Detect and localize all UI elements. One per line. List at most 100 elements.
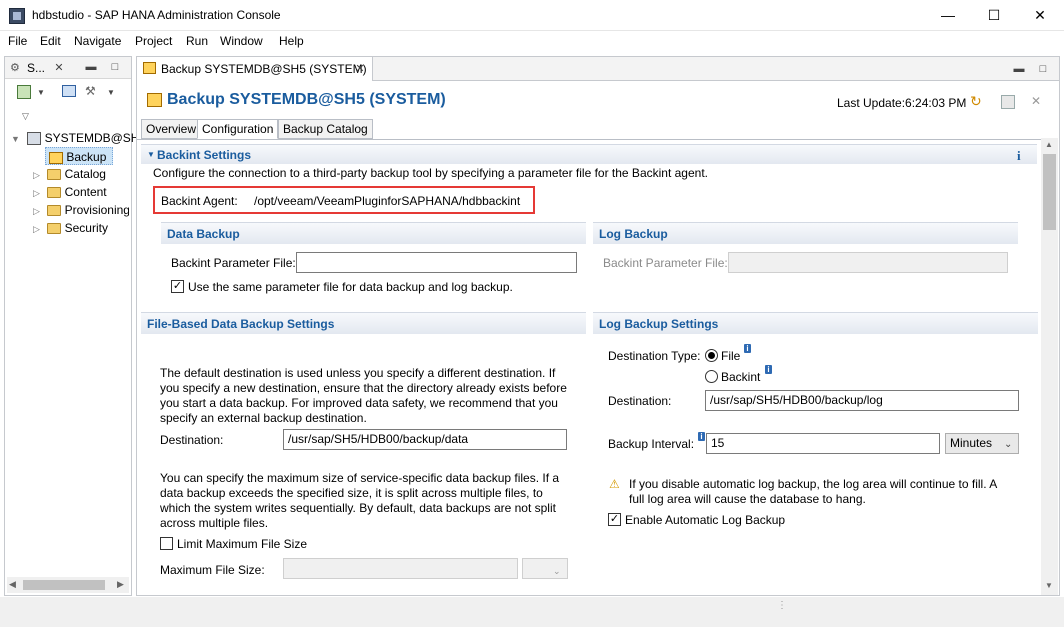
tab-backup-catalog[interactable]: Backup Catalog [278, 119, 373, 139]
log-backup-header: Log Backup [593, 222, 1018, 244]
menu-project[interactable]: Project [135, 34, 172, 48]
tree-item-catalog[interactable]: ▷ Catalog [33, 165, 129, 183]
horizontal-scrollbar[interactable]: ◀ ▶ [7, 577, 129, 593]
backup-interval-input[interactable]: 15 [706, 433, 940, 454]
close-icon[interactable]: ✕ [53, 62, 65, 74]
menu-help[interactable]: Help [279, 34, 304, 48]
enable-auto-log-checkbox[interactable]: ✓ [608, 513, 621, 526]
editor-tab-backup[interactable]: Backup SYSTEMDB@SH5 (SYSTEM) ✕ [137, 57, 373, 81]
close-tab-icon[interactable]: ✕ [354, 63, 366, 75]
chevron-down-icon[interactable]: ▼ [37, 88, 45, 97]
destination-type-label: Destination Type: [608, 349, 701, 363]
backup-interval-label: Backup Interval: [608, 437, 695, 451]
tools-icon[interactable]: ⚒ [85, 84, 96, 98]
tree-item-content[interactable]: ▷ Content [33, 183, 129, 201]
menu-bar: File Edit Navigate Project Run Window He… [0, 31, 1064, 51]
menu-window[interactable]: Window [220, 34, 263, 48]
systems-icon: ⚙ [10, 62, 20, 74]
close-button[interactable]: ✕ [1017, 0, 1063, 30]
menu-file[interactable]: File [8, 34, 27, 48]
log-settings-header: Log Backup Settings [593, 312, 1038, 334]
vertical-scrollbar[interactable]: ▲ ▼ [1041, 138, 1058, 595]
max-file-size-input[interactable] [283, 558, 518, 579]
interval-unit-label: Minutes [950, 436, 993, 450]
menu-navigate[interactable]: Navigate [74, 34, 121, 48]
database-icon [27, 132, 42, 146]
log-param-label: Backint Parameter File: [603, 256, 728, 270]
menu-run[interactable]: Run [186, 34, 208, 48]
maximize-view-icon[interactable]: □ [109, 61, 121, 73]
limit-file-size-checkbox[interactable] [160, 537, 173, 550]
discard-icon[interactable]: ✕ [1031, 94, 1041, 108]
menu-edit[interactable]: Edit [40, 34, 61, 48]
folder-icon [47, 169, 62, 181]
backup-icon [49, 151, 63, 164]
expand-arrow-icon[interactable]: ▷ [33, 224, 40, 234]
destination-type-file-radio[interactable] [705, 349, 718, 362]
tree-backup-label: Backup [66, 150, 107, 164]
title-bar: hdbstudio - SAP HANA Administration Cons… [0, 0, 1064, 31]
tree-item-backup[interactable]: Backup [45, 147, 113, 165]
warning-icon: ⚠ [609, 477, 620, 491]
minimize-editor-icon[interactable]: ▬ [1013, 63, 1025, 75]
tree-item-security[interactable]: ▷ Security [33, 219, 129, 237]
interval-unit-select[interactable]: Minutes ⌄ [945, 433, 1019, 454]
same-param-file-checkbox[interactable]: ✓ [171, 280, 184, 293]
scroll-left-icon[interactable]: ◀ [9, 579, 16, 590]
destination-type-file-label: File [721, 349, 741, 363]
last-update: Last Update:6:24:03 PM [837, 96, 967, 110]
destination-type-backint-label: Backint [721, 370, 761, 384]
info-icon[interactable]: i [1017, 148, 1021, 164]
view-menu-icon[interactable]: ▽ [22, 111, 29, 122]
expand-arrow-icon[interactable]: ▷ [33, 206, 40, 216]
info-icon[interactable]: i [698, 432, 705, 441]
backup-icon [143, 62, 156, 74]
log-backup-title: Log Backup [599, 227, 668, 241]
save-icon[interactable] [1001, 95, 1015, 109]
backint-settings-header[interactable]: Backint Settings [141, 144, 1037, 164]
page-title: Backup SYSTEMDB@SH5 (SYSTEM) [167, 91, 446, 108]
backint-description: Configure the connection to a third-part… [153, 166, 708, 180]
chevron-down-icon: ⌄ [1004, 439, 1013, 450]
scrollbar-thumb[interactable] [23, 580, 105, 590]
data-backup-header: Data Backup [161, 222, 586, 244]
info-icon[interactable]: i [744, 344, 751, 353]
expand-arrow-icon[interactable]: ▷ [33, 188, 40, 198]
tree-item-provisioning[interactable]: ▷ Provisioning [33, 201, 129, 219]
log-destination-input[interactable]: /usr/sap/SH5/HDB00/backup/log [705, 390, 1019, 411]
expand-arrow-icon[interactable]: ▷ [33, 170, 40, 180]
file-size-unit-select[interactable]: ⌄ [522, 558, 568, 579]
collapse-arrow-icon[interactable]: ▼ [147, 150, 155, 159]
expand-arrow-icon[interactable]: ▼ [11, 134, 20, 144]
enable-auto-log-label: Enable Automatic Log Backup [625, 513, 786, 527]
systems-tab-label[interactable]: S... [27, 61, 45, 75]
chevron-down-icon[interactable]: ▼ [107, 88, 115, 97]
log-destination-label: Destination: [608, 394, 672, 408]
add-system-icon[interactable] [17, 85, 31, 99]
maximize-editor-icon[interactable]: □ [1037, 63, 1049, 75]
data-destination-input[interactable]: /usr/sap/SH5/HDB00/backup/data [283, 429, 567, 450]
minimize-button[interactable]: — [925, 0, 971, 30]
limit-file-size-label: Limit Maximum File Size [177, 537, 308, 551]
backint-agent-path: /opt/veeam/VeeamPluginforSAPHANA/hdbback… [254, 194, 521, 208]
scrollbar-thumb[interactable] [1043, 154, 1056, 230]
tree-item-system[interactable]: ▼ SYSTEMDB@SH5 [11, 129, 146, 147]
resize-grip-icon[interactable]: ⋮ [777, 601, 787, 611]
data-param-label: Backint Parameter File: [171, 256, 296, 270]
tab-configuration[interactable]: Configuration [197, 119, 279, 139]
tree-provisioning-label: Provisioning [64, 203, 129, 217]
scroll-down-icon[interactable]: ▼ [1045, 581, 1053, 590]
refresh-icon[interactable]: ↻ [970, 93, 982, 110]
file-based-header: File-Based Data Backup Settings [141, 312, 586, 334]
data-param-file-input[interactable] [296, 252, 577, 273]
maximize-button[interactable]: ☐ [971, 0, 1017, 30]
info-icon[interactable]: i [765, 365, 772, 374]
scroll-up-icon[interactable]: ▲ [1045, 140, 1053, 149]
monitor-icon[interactable] [62, 85, 76, 97]
scroll-right-icon[interactable]: ▶ [117, 579, 124, 590]
tab-overview[interactable]: Overview [141, 119, 202, 139]
backup-header-icon [147, 93, 162, 107]
log-param-file-input[interactable] [728, 252, 1008, 273]
minimize-view-icon[interactable]: ▬ [85, 61, 97, 73]
destination-type-backint-radio[interactable] [705, 370, 718, 383]
